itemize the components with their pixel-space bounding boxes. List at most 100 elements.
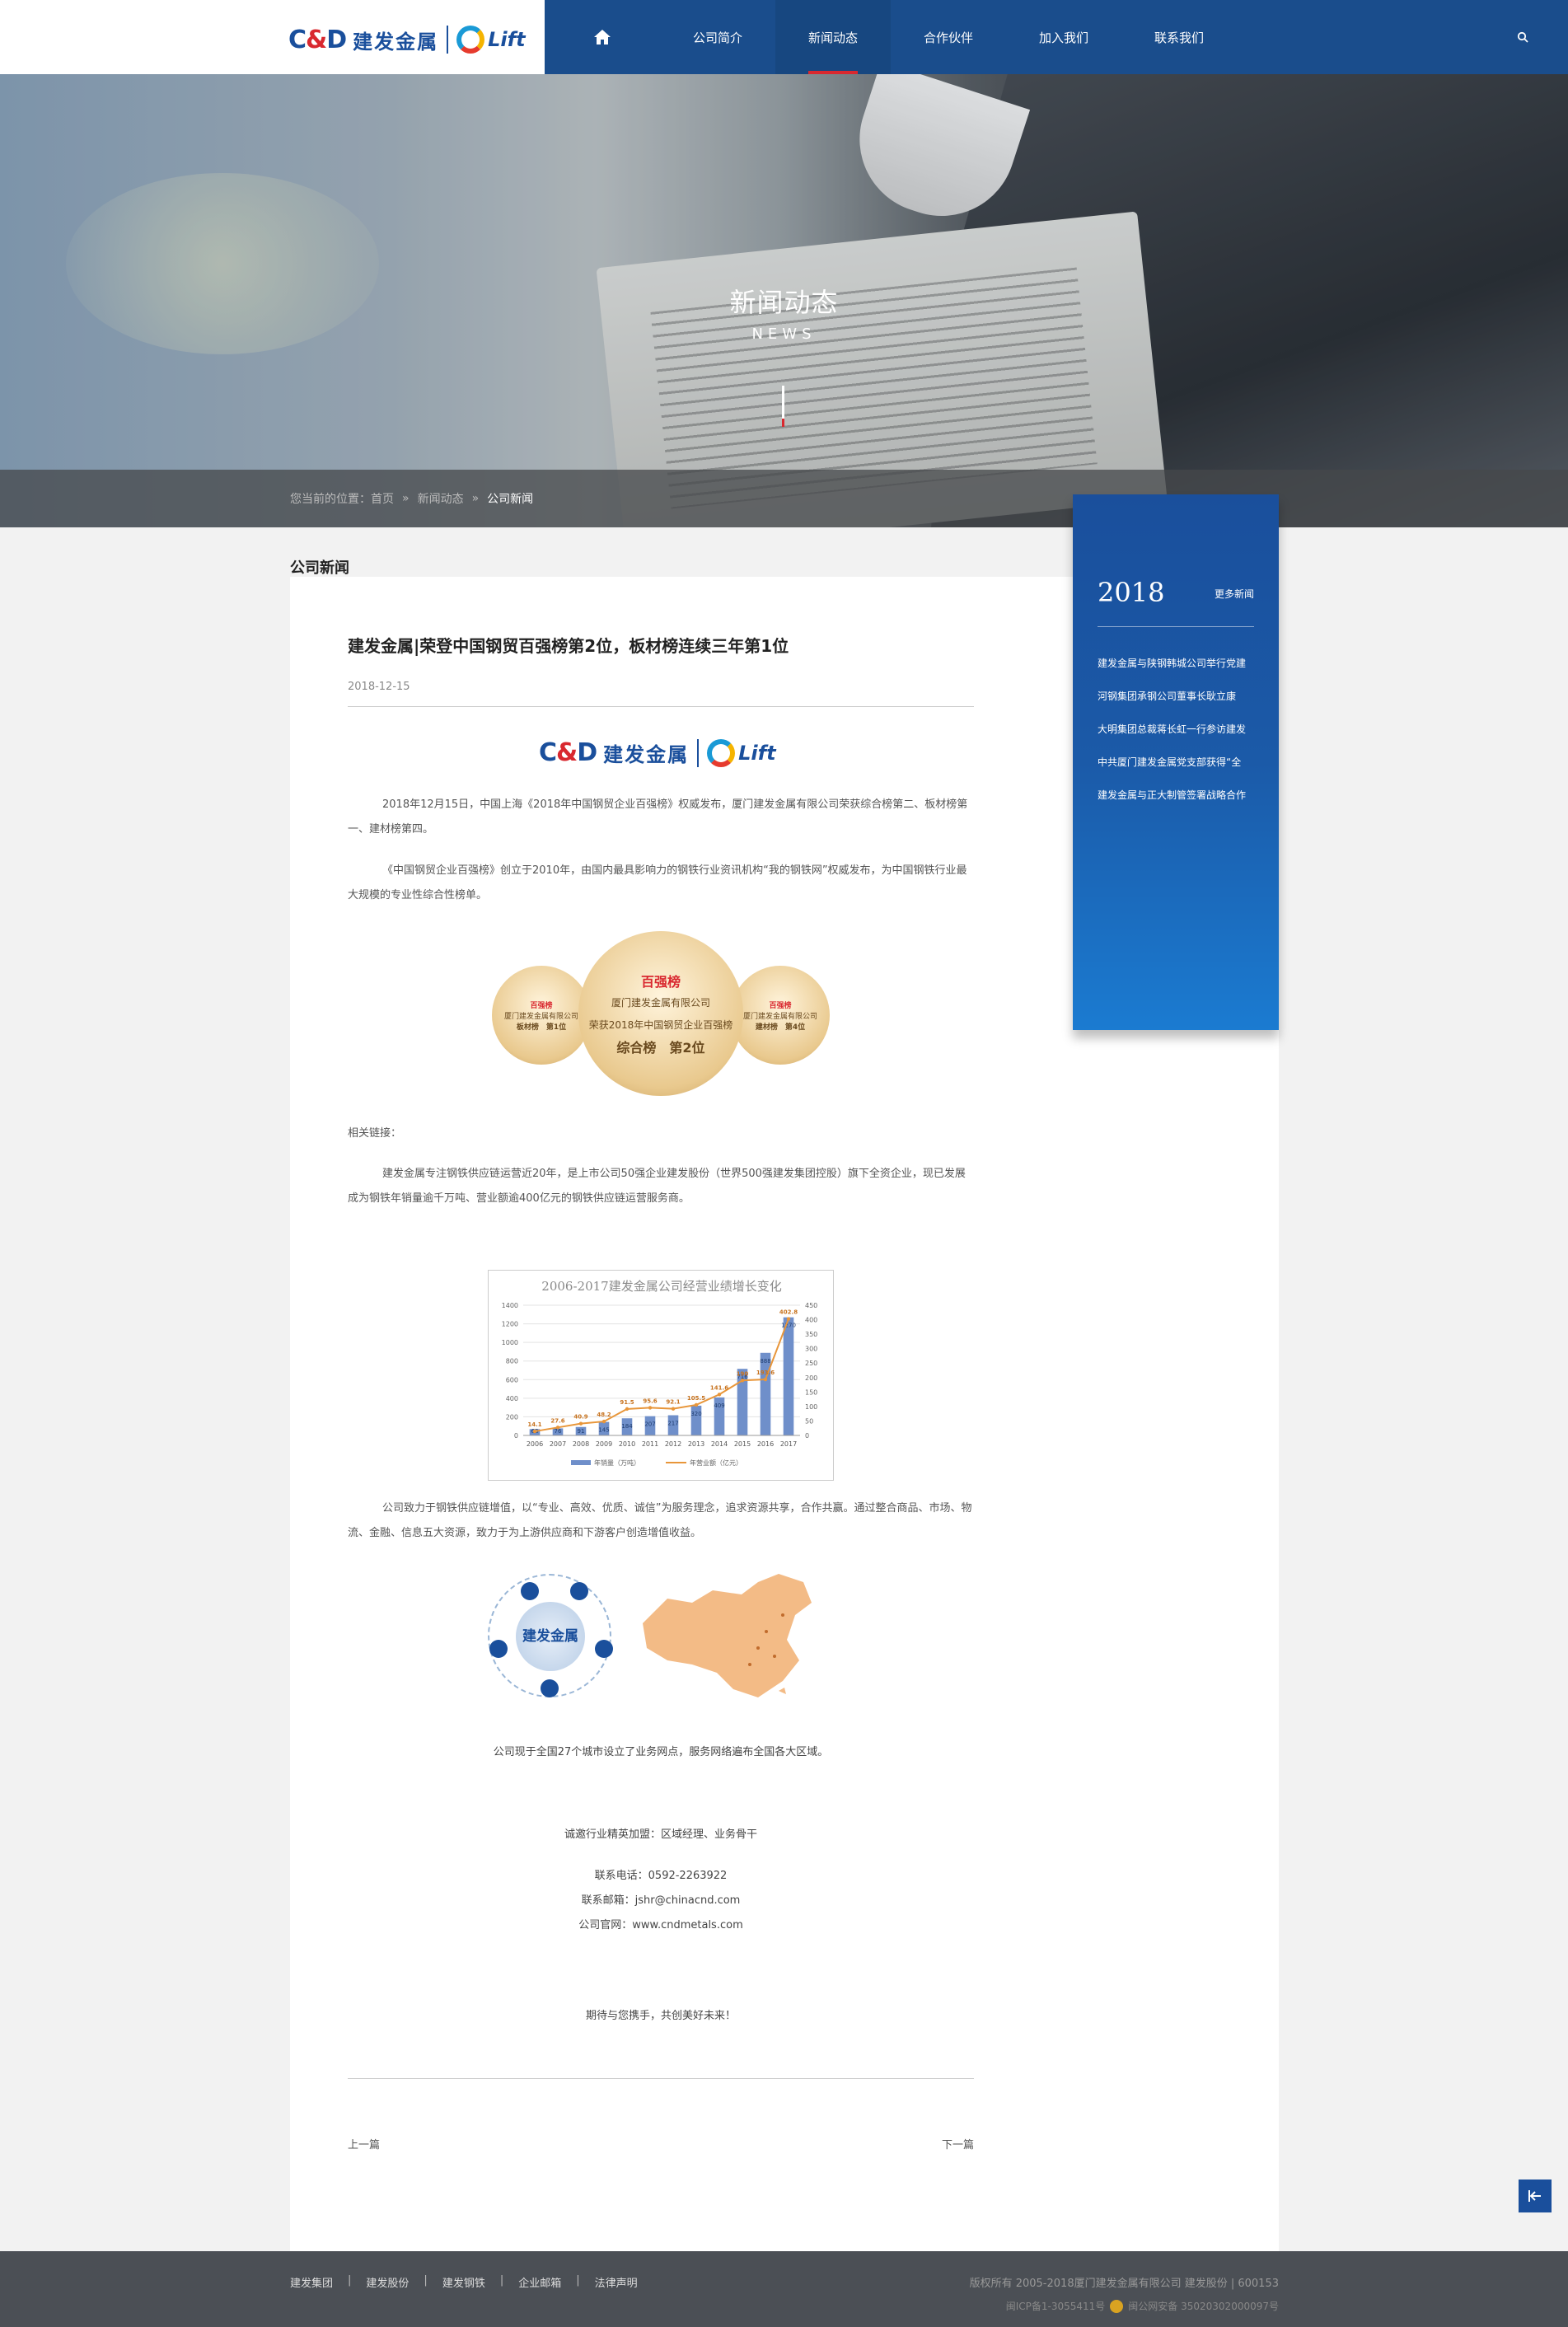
site-header: C&D 建发金属 Lift 公司简介 新闻动态 合作伙伴 加入我们 联系我们 xyxy=(0,0,1568,74)
nav-contact[interactable]: 联系我们 xyxy=(1121,0,1237,74)
bar-data-label: 91 xyxy=(578,1428,585,1435)
breadcrumb-sep: » xyxy=(471,492,480,505)
x-tick-label: 2008 xyxy=(573,1440,589,1448)
article-paragraph: 公司致力于钢铁供应链增值，以“专业、高效、优质、诚信”为服务理念，追求资源共享，… xyxy=(348,1502,972,1539)
network-note: 公司现于全国27个城市设立了业务网点，服务网络遍布全国各大区域。 xyxy=(493,1746,829,1758)
footer-links: 建发集团 | 建发股份 | 建发钢铁 | 企业邮箱 | 法律声明 xyxy=(290,2274,638,2290)
logo-cn-text: 建发金属 xyxy=(603,743,690,766)
line-point xyxy=(648,1406,653,1410)
breadcrumb-news[interactable]: 新闻动态 xyxy=(418,490,464,507)
logo-cn-text: 建发金属 xyxy=(353,30,439,54)
contact-email: 联系邮箱：jshr@chinacnd.com xyxy=(581,1894,741,1907)
line-point xyxy=(625,1407,630,1412)
line-data-label: 193.6 xyxy=(756,1370,775,1376)
home-icon xyxy=(594,30,611,44)
x-tick-label: 2007 xyxy=(550,1440,566,1448)
x-tick-label: 2015 xyxy=(734,1440,751,1448)
line-point xyxy=(717,1393,722,1397)
breadcrumb-bar: 您当前的位置：首页 » 新闻动态 » 公司新闻 xyxy=(0,470,1568,527)
line-series xyxy=(534,1318,789,1433)
divider xyxy=(348,2078,974,2079)
line-data-label: 95.6 xyxy=(643,1398,657,1404)
sidebar-news-list: 建发金属与陕钢韩城公司举行党建 河钢集团承钢公司董事长耿立康 大明集团总裁蒋长虹… xyxy=(1098,656,1254,821)
line-point xyxy=(601,1419,606,1424)
banner-title: 新闻动态 xyxy=(729,287,839,318)
bar xyxy=(783,1317,794,1435)
contact-phone: 联系电话：0592-2263922 xyxy=(594,1870,728,1882)
article-paragraph: 2018年12月15日，中国上海《2018年中国钢贸企业百强榜》权威发布，厦门建… xyxy=(348,798,968,836)
article-logo: C&D 建发金属 Lift xyxy=(539,738,776,767)
line-point xyxy=(740,1379,745,1383)
divider xyxy=(348,706,974,707)
nav-about[interactable]: 公司简介 xyxy=(660,0,775,74)
x-tick-label: 2006 xyxy=(527,1440,543,1448)
breadcrumb-home[interactable]: 您当前的位置：首页 xyxy=(290,490,394,507)
footer-link[interactable]: 建发集团 xyxy=(290,2274,333,2290)
line-point xyxy=(578,1421,583,1426)
x-tick-label: 2011 xyxy=(642,1440,658,1448)
bar-data-label: 888 xyxy=(760,1358,770,1365)
article-paragraph: 建发金属专注钢铁供应链运营近20年，是上市公司50强企业建发股份（世界500强建… xyxy=(348,1168,966,1205)
logo-divider xyxy=(697,738,700,767)
footer-link[interactable]: 法律声明 xyxy=(595,2274,638,2290)
nav-join[interactable]: 加入我们 xyxy=(1006,0,1121,74)
legend-label: 年营业额（亿元） xyxy=(690,1458,742,1467)
sidebar-news-item[interactable]: 建发金属与正大制管签署战略合作 xyxy=(1098,788,1254,821)
award-seals: 百强榜 厦门建发金属有限公司 板材榜 第1位 百强榜 厦门建发金属有限公司 荣获… xyxy=(492,931,830,1096)
line-data-label: 190 xyxy=(737,1370,749,1377)
line-data-label: 92.1 xyxy=(666,1399,680,1406)
breadcrumb-current: 公司新闻 xyxy=(487,493,534,506)
resource-diagram: 建发金属 xyxy=(488,1566,834,1706)
line-point xyxy=(671,1407,676,1411)
sidebar-news-item[interactable]: 建发金属与陕钢韩城公司举行党建 xyxy=(1098,656,1254,689)
china-map-icon xyxy=(643,1574,812,1697)
sidebar-news-item[interactable]: 大明集团总裁蒋长虹一行参访建发 xyxy=(1098,722,1254,755)
seal-plate-rank: 百强榜 厦门建发金属有限公司 板材榜 第1位 xyxy=(492,966,591,1065)
commodity-icon xyxy=(521,1582,539,1600)
nav-partners[interactable]: 合作伙伴 xyxy=(891,0,1006,74)
x-tick-label: 2012 xyxy=(665,1440,681,1448)
diagram-core: 建发金属 xyxy=(516,1602,585,1671)
next-article-link[interactable]: 下一篇 xyxy=(942,2136,974,2151)
lift-logo-icon xyxy=(707,738,736,767)
breadcrumb: 您当前的位置：首页 » 新闻动态 » 公司新闻 xyxy=(290,470,541,527)
back-to-top-button[interactable] xyxy=(1519,2180,1552,2212)
y-tick-label-right: 150 xyxy=(805,1388,817,1396)
logistics-icon xyxy=(595,1640,613,1658)
line-data-label: 91.5 xyxy=(620,1399,634,1406)
line-data-label: 27.6 xyxy=(550,1417,564,1424)
bar-data-label: 1270 xyxy=(781,1323,796,1329)
bar xyxy=(760,1352,771,1435)
x-tick-label: 2014 xyxy=(711,1440,728,1448)
line-data-label: 14.1 xyxy=(527,1421,541,1428)
police-record[interactable]: 闽公网安备 35020302000097号 xyxy=(1128,2299,1279,2313)
finance-icon xyxy=(489,1640,508,1658)
nav-news[interactable]: 新闻动态 xyxy=(775,0,891,74)
sidebar-news-item[interactable]: 河钢集团承钢公司董事长耿立康 xyxy=(1098,689,1254,722)
site-logo[interactable]: C&D 建发金属 Lift xyxy=(288,23,526,56)
icp-number[interactable]: 闽ICP备1-3055411号 xyxy=(1006,2299,1106,2313)
collapse-arrow-icon xyxy=(1528,2190,1541,2202)
search-button[interactable] xyxy=(1510,25,1535,49)
line-point xyxy=(763,1377,768,1382)
footer-link[interactable]: 企业邮箱 xyxy=(518,2274,561,2290)
logo-cd-mark: C&D xyxy=(288,25,347,54)
footer-link[interactable]: 建发股份 xyxy=(366,2274,409,2290)
y-tick-label-right: 450 xyxy=(805,1302,817,1309)
seal-overall-rank: 百强榜 厦门建发金属有限公司 荣获2018年中国钢贸企业百强榜 综合榜 第2位 xyxy=(578,931,743,1096)
sidebar-news-item[interactable]: 中共厦门建发金属党支部获得“全 xyxy=(1098,755,1254,788)
nav-home[interactable] xyxy=(545,0,660,74)
contact-website: 公司官网：www.cndmetals.com xyxy=(578,1919,743,1931)
footer-copyright: 版权所有 2005-2018厦门建发金属有限公司 建发股份 | 600153 xyxy=(969,2278,1279,2290)
breadcrumb-sep: » xyxy=(402,492,410,505)
y-tick-label-left: 200 xyxy=(506,1413,518,1421)
chart-title: 2006-2017建发金属公司经营业绩增长变化 xyxy=(541,1279,781,1294)
more-news-link[interactable]: 更多新闻 xyxy=(1215,587,1254,601)
x-tick-label: 2017 xyxy=(780,1440,797,1448)
y-tick-label-left: 1000 xyxy=(502,1339,518,1346)
sidebar-year: 2018 xyxy=(1098,577,1165,608)
main-nav: 公司简介 新闻动态 合作伙伴 加入我们 联系我们 xyxy=(545,0,1568,74)
prev-article-link[interactable]: 上一篇 xyxy=(348,2136,380,2151)
footer-link[interactable]: 建发钢铁 xyxy=(442,2274,485,2290)
logo-divider xyxy=(447,26,449,54)
